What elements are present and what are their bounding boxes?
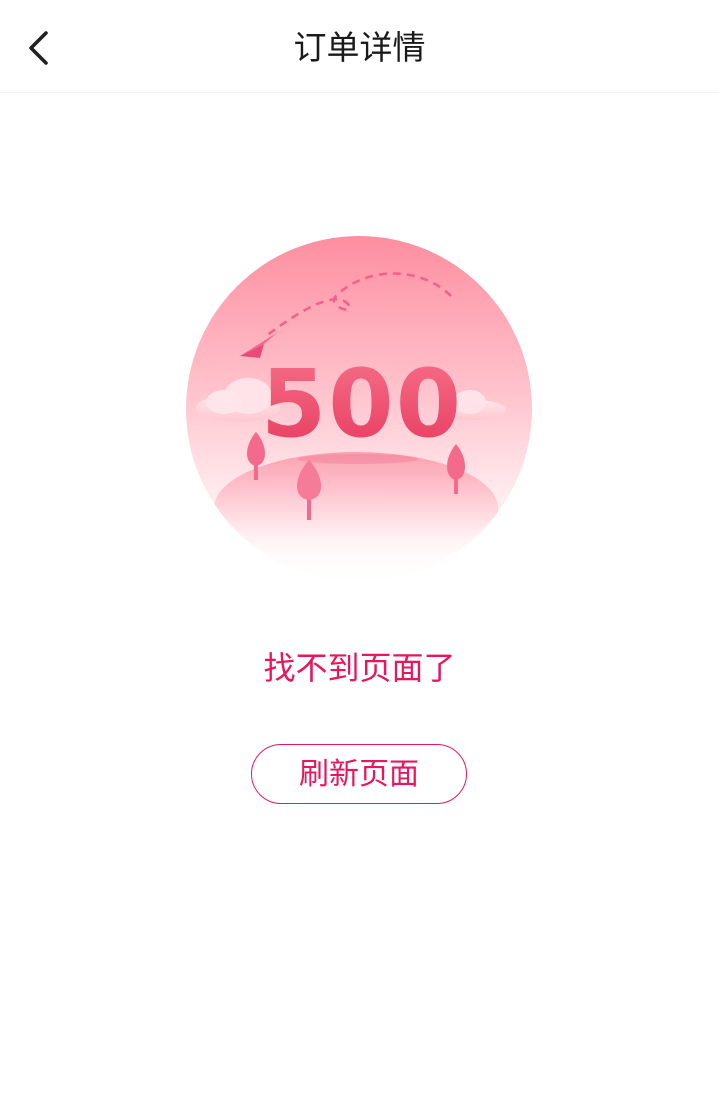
refresh-page-button[interactable]: 刷新页面 xyxy=(251,744,467,804)
error-code: 500 xyxy=(261,350,463,459)
error-page: 订单详情 500 找不到页面了 刷新页面 xyxy=(0,0,719,1105)
page-title: 订单详情 xyxy=(293,28,426,67)
server-error-illustration: 500 xyxy=(186,236,532,582)
nav-bar: 订单详情 xyxy=(0,0,719,93)
error-message: 找不到页面了 xyxy=(263,649,456,687)
